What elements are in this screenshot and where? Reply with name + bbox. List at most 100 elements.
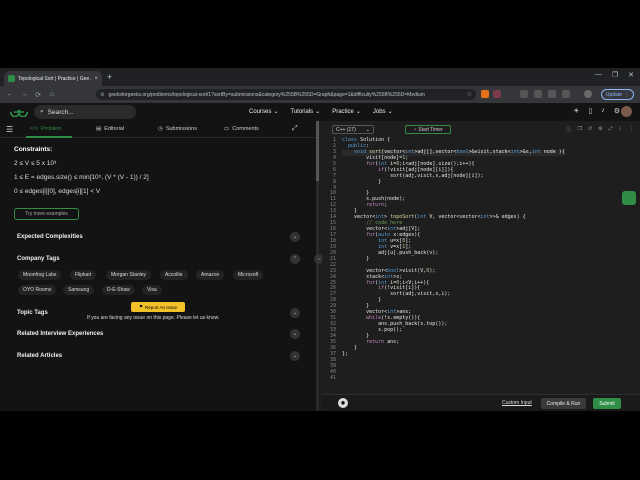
reset-icon[interactable]: ↺ [588, 126, 592, 133]
notification-bell-icon[interactable]: ♪ [601, 107, 605, 115]
constraint-line: 2 ≤ V ≤ 5 x 10³ [14, 160, 57, 167]
section-company-tags[interactable]: Company Tags ⌃ [17, 254, 300, 264]
forward-icon[interactable]: → [20, 91, 28, 98]
chevron-down-icon[interactable]: ⌄ [290, 329, 300, 339]
chevron-down-icon[interactable]: ⌄ [290, 351, 300, 361]
minimize-icon[interactable]: — [595, 71, 602, 79]
new-tab-button[interactable]: + [107, 71, 112, 83]
tab-problem[interactable]: </> Problem [30, 126, 61, 132]
bookmark-star-icon[interactable]: ☆ [467, 91, 472, 98]
reload-icon[interactable]: ⟳ [34, 91, 42, 99]
fullscreen-icon[interactable]: ⤢ [609, 126, 613, 133]
search-icon: ⌕ [40, 108, 44, 115]
section-related-articles[interactable]: Related Articles ⌄ [17, 351, 300, 361]
home-icon[interactable]: ⌂ [48, 91, 56, 98]
try-more-examples-button[interactable]: Try more examples [14, 208, 79, 220]
problem-tabs: ☰ </> Problem ▤ Editorial ◷ Submissions ▭ Co… [0, 121, 316, 138]
header-icons: ☀ ▯ ♪ ⚙ [573, 107, 620, 115]
url-field[interactable]: ⚙ geeksforgeeks.org/problems/topological… [96, 89, 476, 100]
copy-icon[interactable]: ❐ [577, 126, 581, 133]
nav-jobs[interactable]: Jobs ⌄ [372, 108, 393, 116]
compile-run-button[interactable]: Compile & Run [541, 398, 586, 409]
close-window-icon[interactable]: ✕ [628, 71, 634, 79]
site-info-icon[interactable]: ⚙ [100, 92, 104, 98]
history-icon: ◷ [158, 126, 163, 132]
code-lines[interactable]: class Solution { public: void sort(vecto… [342, 137, 565, 381]
report-issue-button[interactable]: ⚑ Report An Issue [131, 302, 185, 312]
editor-panel: C++ (17) ⌄ ◔ Start Timer ⓘ ❐ ↺ ⚙ ⤢ ☾ ⋮ 1… [322, 121, 640, 411]
lightbulb-icon[interactable]: ✹ [338, 398, 348, 408]
company-tag[interactable]: Amazon [196, 270, 225, 280]
tab-label: Comments [232, 126, 259, 132]
search-input[interactable]: ⌕ Search... [34, 105, 136, 119]
company-tag[interactable]: Visa [142, 285, 162, 295]
avatar[interactable] [621, 106, 632, 117]
section-expected-complexities[interactable]: Expected Complexities ⌄ [17, 232, 300, 242]
update-button[interactable]: Update ⋮ [600, 89, 634, 100]
bookmark-icon[interactable]: ▯ [588, 107, 592, 115]
chevron-down-icon: ⌄ [355, 109, 361, 115]
language-select[interactable]: C++ (17) ⌄ [332, 125, 374, 134]
chevron-up-icon[interactable]: ⌃ [290, 254, 300, 264]
company-tag[interactable]: Moonfrog Labs [18, 270, 62, 280]
tab-close-icon[interactable]: × [94, 76, 98, 82]
chevron-down-icon[interactable]: ⌄ [290, 232, 300, 242]
start-timer-button[interactable]: ◔ Start Timer [405, 125, 451, 134]
theme-toggle-icon[interactable]: ☀ [573, 107, 579, 115]
menu-icon[interactable]: ☰ [6, 125, 13, 134]
company-tag[interactable]: Samsung [63, 285, 95, 295]
company-tag[interactable]: Microsoft [233, 270, 264, 280]
search-placeholder: Search... [47, 108, 74, 116]
nav-courses[interactable]: Courses ⌄ [249, 108, 278, 116]
info-icon[interactable]: ⓘ [566, 126, 571, 133]
more-icon[interactable]: ⋮ [629, 126, 634, 133]
gfg-logo-icon[interactable] [10, 107, 28, 117]
theme-icon[interactable]: ☾ [619, 126, 623, 133]
line-number-gutter: 1 2 3 4 5 6 7 8 9 10 11 12 13 14 15 16 17 18 19 20 21 22 23 24 2… [322, 137, 338, 381]
settings-icon[interactable]: ⚙ [614, 107, 620, 115]
tab-submissions[interactable]: ◷ Submissions [158, 126, 197, 132]
report-icon: ⚑ [138, 304, 143, 309]
left-scrollbar-thumb[interactable] [316, 121, 319, 181]
nav-tutorials[interactable]: Tutorials ⌄ [290, 108, 320, 116]
tab-editorial[interactable]: ▤ Editorial [96, 126, 124, 132]
company-tag[interactable]: Accolite [160, 270, 188, 280]
site-header: ⌕ Search... Courses ⌄ Tutorials ⌄ Practice… [0, 103, 640, 121]
company-tag[interactable]: Flipkart [70, 270, 97, 280]
brave-shield-icon[interactable] [481, 90, 489, 98]
floating-widget-icon[interactable] [622, 191, 636, 205]
chevron-down-icon: ⌄ [387, 109, 393, 115]
section-title: Company Tags [17, 256, 60, 262]
tab-comments[interactable]: ▭ Comments [224, 126, 259, 132]
editor-action-bar: ✹ Custom Input Compile & Run Submit [322, 394, 640, 411]
vpn-icon[interactable] [562, 90, 570, 98]
tab-label: Problem [40, 126, 62, 132]
browser-tab[interactable]: Topological Sort | Practice | Gee… × [4, 71, 102, 86]
editor-toolbar: C++ (17) ⌄ ◔ Start Timer ⓘ ❐ ↺ ⚙ ⤢ ☾ ⋮ [322, 121, 640, 138]
company-tag[interactable]: OYO Rooms [18, 285, 57, 295]
company-tag[interactable]: Morgan Stanley [106, 270, 152, 280]
profile-icon[interactable] [584, 90, 592, 98]
wallet-icon[interactable] [548, 90, 556, 98]
sidebar-icon[interactable] [520, 90, 528, 98]
nav-practice[interactable]: Practice ⌄ [332, 108, 361, 116]
custom-input-link[interactable]: Custom Input [502, 400, 532, 406]
back-icon[interactable]: ← [6, 91, 14, 98]
address-bar: ← → ⟳ ⌂ ⚙ geeksforgeeks.org/problems/top… [0, 86, 640, 103]
url-text: geeksforgeeks.org/problems/topological-s… [108, 91, 425, 98]
extensions-icon[interactable] [534, 90, 542, 98]
section-related-interview[interactable]: Related Interview Experiences ⌄ [17, 329, 300, 339]
chevron-down-icon[interactable]: ⌄ [290, 308, 300, 318]
expand-icon[interactable]: ⤢ [292, 125, 298, 133]
submit-button[interactable]: Submit [593, 398, 621, 409]
company-tag[interactable]: D-E-Shaw [102, 285, 135, 295]
brave-rewards-icon[interactable] [493, 90, 501, 98]
timer-label: Start Timer [418, 126, 443, 133]
tab-title: Topological Sort | Practice | Gee… [18, 75, 92, 82]
browser-window: Topological Sort | Practice | Gee… × + —… [0, 68, 640, 411]
maximize-icon[interactable]: ❐ [612, 71, 618, 79]
settings-icon[interactable]: ⚙ [598, 126, 602, 133]
code-editor[interactable]: 1 2 3 4 5 6 7 8 9 10 11 12 13 14 15 16 17 18 19 20 21 22 23 24 2… [322, 137, 640, 384]
nav-label: Jobs [372, 108, 386, 115]
main-nav: Courses ⌄ Tutorials ⌄ Practice ⌄ Jobs ⌄ [249, 108, 393, 116]
